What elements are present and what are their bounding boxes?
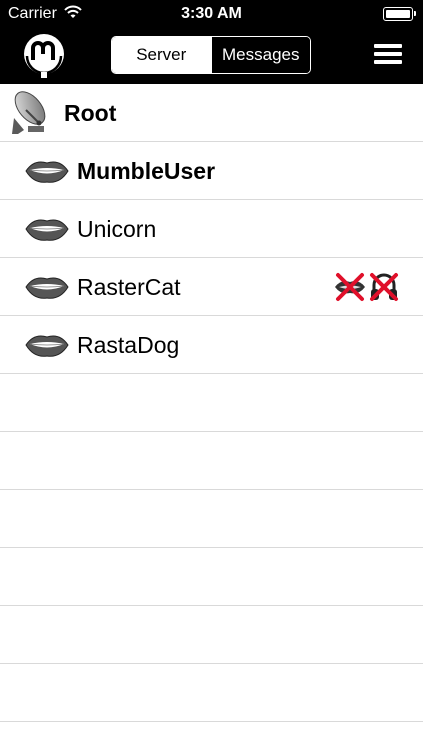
user-row[interactable]: Unicorn [0, 200, 423, 258]
user-name: MumbleUser [77, 158, 216, 184]
talking-lips-icon [25, 277, 69, 299]
status-bar: Carrier 3:30 AM [0, 0, 423, 28]
tab-messages[interactable]: Messages [210, 37, 310, 73]
empty-row [0, 374, 423, 432]
talking-lips-icon [25, 219, 69, 241]
deafened-icon [370, 273, 398, 301]
clock-time: 3:30 AM [181, 5, 242, 22]
empty-row [0, 548, 423, 606]
battery-icon [383, 7, 416, 21]
menu-icon[interactable] [374, 42, 402, 66]
talking-lips-icon [25, 335, 69, 357]
muted-icon [335, 273, 365, 301]
navigation-bar: Carrier 3:30 AM Server Messages [0, 0, 423, 84]
tab-server[interactable]: Server [112, 37, 211, 73]
satellite-dish-icon [12, 91, 46, 134]
user-name: RastaDog [77, 332, 180, 358]
empty-row [0, 664, 423, 722]
user-row[interactable]: RastaDog [0, 316, 423, 374]
user-status-icons [334, 271, 402, 303]
channel-user-list: Root MumbleUser Unicorn RasterCat RastaD… [0, 84, 423, 722]
empty-row [0, 490, 423, 548]
view-segmented-control[interactable]: Server Messages [111, 36, 311, 74]
user-name: Unicorn [77, 216, 157, 242]
empty-row [0, 432, 423, 490]
user-row[interactable]: MumbleUser [0, 142, 423, 200]
channel-name: Root [64, 100, 117, 126]
user-row[interactable]: RasterCat [0, 258, 423, 316]
talking-lips-icon [25, 161, 69, 183]
empty-row [0, 606, 423, 664]
channel-row-root[interactable]: Root [0, 84, 423, 142]
mumble-logo-icon[interactable] [20, 32, 68, 78]
user-name: RasterCat [77, 274, 181, 300]
